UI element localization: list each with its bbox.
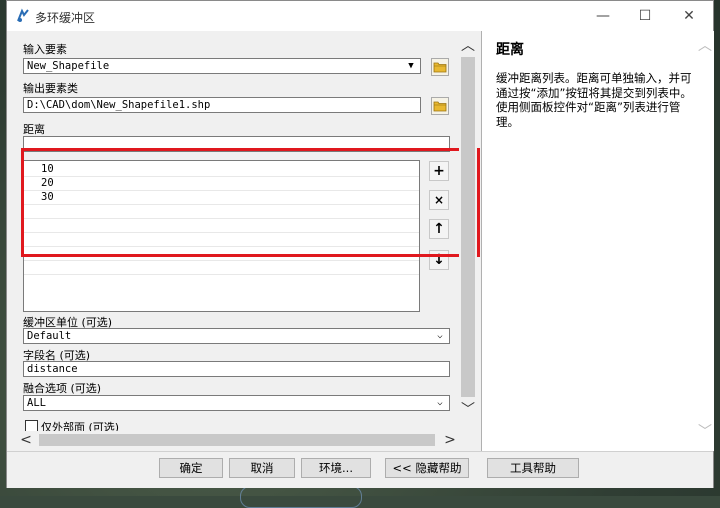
- help-text: 缓冲距离列表。距离可单独输入，并可通过按“添加”按钮将其提交到列表中。使用侧面板…: [496, 71, 692, 129]
- scroll-right-icon[interactable]: >: [441, 431, 459, 449]
- horizontal-scrollbar[interactable]: < >: [17, 431, 459, 449]
- input-features-combo[interactable]: New_Shapefile ▼: [23, 58, 421, 74]
- output-featureclass-input[interactable]: D:\CAD\dom\New_Shapefile1.shp: [23, 97, 421, 113]
- unit-select[interactable]: Default ⌵: [23, 328, 450, 344]
- scroll-down-icon[interactable]: ﹀: [459, 401, 477, 419]
- help-pane: 距离 缓冲距离列表。距离可单独输入，并可通过按“添加”按钮将其提交到列表中。使用…: [481, 31, 714, 451]
- help-title: 距离: [496, 42, 524, 58]
- scroll-left-icon[interactable]: <: [17, 431, 35, 449]
- unit-value: Default: [27, 330, 72, 342]
- output-featureclass-value: D:\CAD\dom\New_Shapefile1.shp: [27, 99, 211, 111]
- environments-button[interactable]: 环境...: [301, 458, 371, 478]
- scroll-up-icon[interactable]: ︿: [459, 37, 477, 55]
- distance-label: 距离: [23, 123, 45, 136]
- chevron-down-icon[interactable]: ⌵: [433, 329, 447, 344]
- dissolve-select[interactable]: ALL ⌵: [23, 395, 450, 411]
- folder-icon: [433, 101, 447, 112]
- close-button[interactable]: ✕: [669, 5, 709, 27]
- output-featureclass-label: 输出要素类: [23, 82, 78, 95]
- input-browse-button[interactable]: [431, 58, 449, 76]
- title-bar: 多环缓冲区 — ☐ ✕: [7, 1, 713, 31]
- dialog-window: 多环缓冲区 — ☐ ✕ 输入要素 New_Shapefile ▼ 输出要素类 D…: [6, 0, 714, 488]
- window-title: 多环缓冲区: [35, 11, 96, 25]
- scroll-thumb[interactable]: [39, 434, 435, 446]
- vertical-scrollbar[interactable]: ︿ ﹀: [459, 35, 477, 419]
- field-name-value: distance: [27, 363, 78, 375]
- chevron-down-icon[interactable]: ▼: [404, 59, 418, 74]
- chevron-down-icon[interactable]: ⌵: [433, 396, 447, 411]
- input-features-label: 输入要素: [23, 43, 67, 56]
- list-item: [24, 260, 419, 275]
- field-name-input[interactable]: distance: [23, 361, 450, 377]
- dissolve-value: ALL: [27, 397, 46, 409]
- map-road: [240, 486, 362, 508]
- scroll-thumb[interactable]: [461, 57, 475, 397]
- parameters-pane: 输入要素 New_Shapefile ▼ 输出要素类 D:\CAD\dom\Ne…: [7, 31, 480, 451]
- input-features-value: New_Shapefile: [27, 60, 110, 72]
- output-browse-button[interactable]: [431, 97, 449, 115]
- button-bar: 确定 取消 环境... << 隐藏帮助 工具帮助: [7, 451, 713, 488]
- tool-help-button[interactable]: 工具帮助: [487, 458, 579, 478]
- highlight-annotation: [21, 148, 480, 257]
- app-icon: [17, 8, 29, 22]
- minimize-button[interactable]: —: [583, 5, 623, 27]
- ok-button[interactable]: 确定: [159, 458, 223, 478]
- dissolve-label: 融合选项 (可选): [23, 382, 102, 395]
- hide-help-button[interactable]: << 隐藏帮助: [385, 458, 469, 478]
- cancel-button[interactable]: 取消: [229, 458, 295, 478]
- folder-icon: [433, 62, 447, 73]
- maximize-button[interactable]: ☐: [625, 5, 665, 27]
- scroll-down-icon[interactable]: ﹀: [696, 423, 714, 441]
- scroll-up-icon[interactable]: ︿: [696, 37, 714, 55]
- help-scrollbar[interactable]: ︿ ﹀: [696, 33, 714, 449]
